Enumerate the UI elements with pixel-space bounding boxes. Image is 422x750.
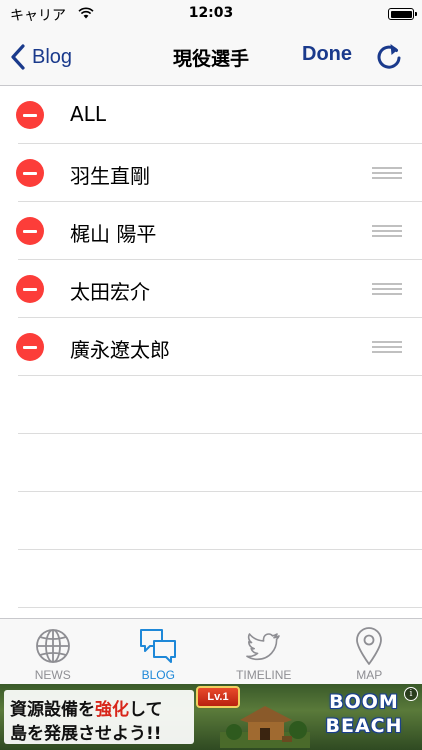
ad-banner[interactable]: 資源設備を強化して 島を発展させよう!! Lv.1 BOOM BEACH i	[0, 684, 422, 750]
delete-button[interactable]	[16, 275, 44, 303]
reorder-handle-icon[interactable]	[372, 167, 402, 179]
list-item-label: 羽生直剛	[70, 164, 150, 188]
bird-icon	[245, 633, 280, 661]
empty-row	[0, 376, 422, 434]
reorder-handle-line	[372, 177, 402, 179]
tab-bar: NEWS BLOG TIMELINE MAP	[0, 618, 422, 684]
ad-logo-line2: BEACH	[325, 715, 403, 737]
list-item[interactable]: 廣永遼太郎	[0, 318, 422, 376]
battery-tip	[415, 12, 417, 16]
battery-fill	[390, 10, 412, 18]
list-item[interactable]: ALL	[0, 86, 422, 144]
navigation-bar: Blog 現役選手 Done	[0, 28, 422, 86]
reorder-handle-icon[interactable]	[372, 283, 402, 295]
list-item-label: 梶山 陽平	[70, 222, 157, 246]
list-item-label: ALL	[70, 102, 106, 126]
reorder-handle-line	[372, 225, 402, 227]
done-button[interactable]: Done	[302, 43, 352, 66]
reorder-handle-line	[372, 167, 402, 169]
back-button-label: Blog	[32, 45, 73, 68]
status-bar: キャリア 12:03	[0, 0, 422, 28]
reorder-handle-line	[372, 283, 402, 285]
reorder-handle-icon[interactable]	[372, 225, 402, 237]
tab-blog[interactable]: BLOG	[106, 619, 212, 684]
tab-map-label: MAP	[356, 668, 383, 682]
list-item-label: 廣永遼太郎	[70, 338, 170, 362]
empty-row	[0, 550, 422, 608]
chat-bubbles-icon	[140, 629, 177, 663]
empty-row	[0, 434, 422, 492]
list-item[interactable]: 羽生直剛	[0, 144, 422, 202]
ad-headline: 資源設備を強化して	[10, 695, 163, 720]
reorder-handle-line	[372, 293, 402, 295]
ad-hut-illustration	[220, 706, 310, 748]
ad-logo-line1: BOOM	[329, 691, 399, 713]
globe-icon	[35, 629, 70, 663]
ad-logo: BOOM BEACH	[320, 690, 408, 744]
reorder-handle-line	[372, 172, 402, 174]
delete-button[interactable]	[16, 101, 44, 129]
tab-timeline[interactable]: TIMELINE	[211, 619, 317, 684]
reorder-handle-line	[372, 346, 402, 348]
refresh-icon[interactable]	[374, 41, 404, 71]
ad-headline-part2: して	[129, 700, 163, 720]
tab-news[interactable]: NEWS	[0, 619, 106, 684]
reorder-handle-icon[interactable]	[372, 341, 402, 353]
status-time: 12:03	[188, 5, 234, 21]
tab-blog-label: BLOG	[141, 668, 175, 682]
back-button[interactable]: Blog	[10, 42, 72, 72]
tab-timeline-label: TIMELINE	[236, 668, 292, 682]
reorder-handle-line	[372, 351, 402, 353]
reorder-handle-line	[372, 288, 402, 290]
delete-button[interactable]	[16, 159, 44, 187]
tab-map[interactable]: MAP	[317, 619, 422, 684]
delete-button[interactable]	[16, 333, 44, 361]
battery-icon	[388, 8, 417, 20]
ad-headline-part1: 資源設備を	[10, 700, 95, 720]
tab-news-label: NEWS	[34, 668, 71, 682]
ad-headline-highlight: 強化	[95, 700, 129, 720]
map-pin-icon	[356, 627, 383, 665]
reorder-handle-line	[372, 341, 402, 343]
player-list: ALL 羽生直剛梶山 陽平太田宏介廣永遼太郎	[0, 86, 422, 608]
list-item[interactable]: 梶山 陽平	[0, 202, 422, 260]
reorder-handle-line	[372, 230, 402, 232]
reorder-handle-line	[372, 235, 402, 237]
list-item[interactable]: 太田宏介	[0, 260, 422, 318]
list-item-label: 太田宏介	[70, 280, 150, 304]
ad-subline: 島を発展させよう!!	[10, 724, 162, 744]
delete-button[interactable]	[16, 217, 44, 245]
ad-info-icon[interactable]: i	[404, 687, 418, 701]
ad-text-box: 資源設備を強化して 島を発展させよう!!	[4, 690, 194, 744]
chevron-left-icon	[11, 44, 25, 70]
empty-row	[0, 492, 422, 550]
